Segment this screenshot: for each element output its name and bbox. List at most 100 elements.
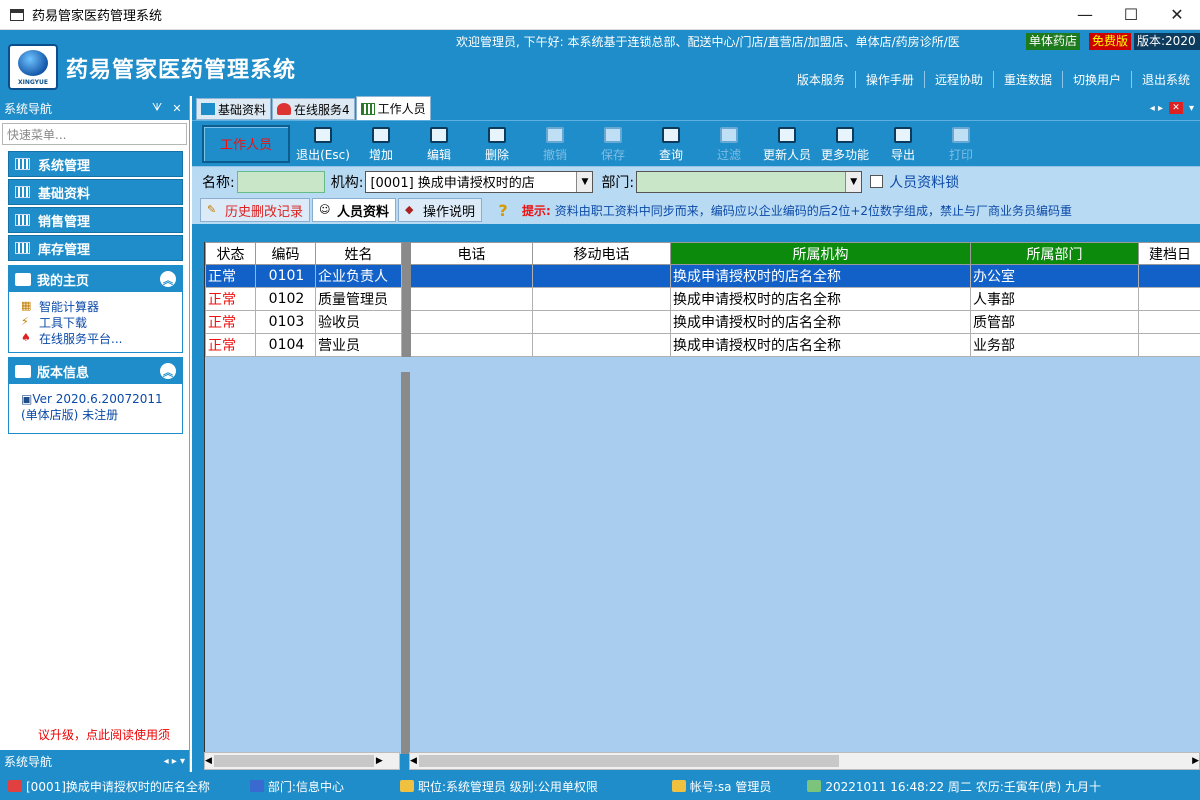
- toolbar-title: 工作人员: [202, 124, 290, 163]
- table-row[interactable]: 正常 0102 质量管理员 换成申请授权时的店名全称 人事部: [205, 287, 1200, 311]
- cell-org: 换成申请授权时的店名全称: [670, 333, 971, 357]
- upgrade-notice[interactable]: 议升级，点此阅读使用须: [38, 726, 170, 743]
- col-dept[interactable]: 所属部门: [970, 242, 1139, 265]
- exit-button[interactable]: 退出(Esc): [294, 123, 352, 165]
- dept-select[interactable]: ▼: [636, 170, 863, 193]
- service-icon: ♠: [21, 331, 31, 344]
- tab-scroll-icon[interactable]: ◂ ▸: [1150, 103, 1163, 114]
- table-row[interactable]: 正常 0104 营业员 换成申请授权时的店名全称 业务部: [205, 333, 1200, 357]
- org-select[interactable]: [0001] 换成申请授权时的店 ▼: [365, 170, 594, 193]
- update-staff-button[interactable]: 更新人员: [758, 123, 816, 165]
- close-window-button[interactable]: ✕: [1154, 0, 1200, 30]
- col-status[interactable]: 状态: [205, 242, 256, 265]
- status-dept: 部门:信息中心: [249, 778, 344, 795]
- cell-phone: [410, 333, 533, 357]
- panel-title: 版本信息: [37, 365, 90, 381]
- version-info-header[interactable]: 版本信息 ︽: [9, 358, 182, 384]
- save-button[interactable]: 保存: [584, 123, 642, 165]
- chevron-down-icon[interactable]: ▼: [576, 171, 593, 192]
- link-version-service[interactable]: 版本服务: [787, 71, 855, 88]
- link-reconnect[interactable]: 重连数据: [992, 71, 1062, 88]
- version-icon: ▣: [21, 392, 33, 406]
- grid-icon: [15, 214, 30, 226]
- tab-history[interactable]: ✎ 历史删改记录: [200, 198, 311, 222]
- cell-dept: 办公室: [970, 264, 1139, 288]
- col-mobile[interactable]: 移动电话: [532, 242, 671, 265]
- col-org[interactable]: 所属机构: [670, 242, 971, 265]
- undo-button[interactable]: 撤销: [526, 123, 584, 165]
- pin-icon[interactable]: ᗐ: [149, 101, 165, 115]
- tab-online-service[interactable]: 在线服务4: [272, 98, 355, 120]
- free-badge: 免费版: [1089, 33, 1132, 50]
- link-calculator[interactable]: ▦ 智能计算器: [21, 298, 170, 314]
- filter-button[interactable]: 过滤: [700, 123, 758, 165]
- scroll-right-icon[interactable]: ▶: [376, 756, 383, 766]
- my-home-header[interactable]: 我的主页 ︽: [9, 266, 182, 292]
- sidebar-item-label: 库存管理: [38, 242, 91, 258]
- scroll-thumb[interactable]: [213, 755, 374, 767]
- col-phone[interactable]: 电话: [410, 242, 533, 265]
- collapse-icon[interactable]: ︽: [160, 271, 176, 287]
- tab-basic-data[interactable]: 基础资料: [196, 98, 272, 120]
- minimize-button[interactable]: —: [1062, 0, 1108, 30]
- link-tool-download[interactable]: ⚡ 工具下载: [21, 314, 170, 330]
- maximize-button[interactable]: ☐: [1108, 0, 1154, 30]
- chevron-down-icon[interactable]: ▼: [845, 171, 862, 192]
- role-icon: [399, 780, 414, 792]
- name-input[interactable]: [236, 170, 325, 193]
- col-name[interactable]: 姓名: [315, 242, 402, 265]
- table-row[interactable]: 正常 0103 验收员 换成申请授权时的店名全称 质管部: [205, 310, 1200, 334]
- table-row[interactable]: 正常 0101 企业负责人 换成申请授权时的店名全称 办公室: [205, 264, 1200, 288]
- sidebar-header: 系统导航 ᗐ ✕: [0, 96, 189, 120]
- link-exit-system[interactable]: 退出系统: [1130, 71, 1200, 88]
- lock-checkbox[interactable]: [870, 175, 884, 188]
- left-hscrollbar[interactable]: ◀ ▶: [204, 752, 400, 770]
- delete-button[interactable]: 删除: [468, 123, 526, 165]
- link-switch-user[interactable]: 切换用户: [1061, 71, 1131, 88]
- cell-split: [401, 287, 411, 311]
- scroll-thumb[interactable]: [418, 755, 839, 767]
- more-functions-button[interactable]: 更多功能: [816, 123, 874, 165]
- user-icon: ☺: [319, 203, 331, 216]
- undo-icon: [546, 126, 564, 143]
- quick-menu-input[interactable]: 快速菜单...: [2, 123, 187, 145]
- cell-code: 0102: [255, 287, 316, 311]
- grid-icon: [15, 158, 30, 170]
- query-button[interactable]: 查询: [642, 123, 700, 165]
- tab-menu-icon[interactable]: ▾: [1189, 103, 1194, 114]
- edit-button[interactable]: 编辑: [410, 123, 468, 165]
- tab-guide[interactable]: ◆ 操作说明: [398, 198, 483, 222]
- close-tab-icon[interactable]: ✕: [1168, 102, 1183, 114]
- link-remote-assist[interactable]: 远程协助: [923, 71, 993, 88]
- help-icon[interactable]: ?: [492, 199, 514, 221]
- sidebar-item-system[interactable]: 系统管理: [8, 151, 183, 177]
- dept-icon: [249, 780, 264, 792]
- col-date[interactable]: 建档日: [1138, 242, 1200, 265]
- grid-splitter[interactable]: [401, 372, 410, 754]
- tab-staff[interactable]: 工作人员: [355, 96, 431, 120]
- sidebar-footer[interactable]: 系统导航 ◂ ▸ ▾: [0, 750, 189, 772]
- link-manual[interactable]: 操作手册: [854, 71, 924, 88]
- add-button[interactable]: 增加: [352, 123, 410, 165]
- status-role: 职位:系统管理员 级别:公用单权限: [399, 778, 598, 795]
- col-code[interactable]: 编码: [255, 242, 316, 265]
- tab-staff-info[interactable]: ☺ 人员资料: [312, 198, 397, 222]
- sidebar-close-icon[interactable]: ✕: [169, 102, 185, 115]
- org-icon: [8, 780, 22, 792]
- status-account: 帐号:sa 管理员: [671, 778, 771, 795]
- sidebar-item-basic-data[interactable]: 基础资料: [8, 179, 183, 205]
- print-button[interactable]: 打印: [932, 123, 990, 165]
- main-hscrollbar[interactable]: ◀ ▶: [409, 752, 1200, 770]
- version-info-panel: 版本信息 ︽ ▣ Ver 2020.6.20072011 (单体店版) 未注册: [8, 357, 183, 434]
- cell-org: 换成申请授权时的店名全称: [670, 264, 971, 288]
- name-label: 名称:: [202, 174, 235, 191]
- scroll-left-icon[interactable]: ◀: [410, 756, 417, 766]
- nav-arrows-icon[interactable]: ◂ ▸ ▾: [164, 756, 185, 767]
- collapse-icon[interactable]: ︽: [160, 363, 176, 379]
- sidebar-item-sales[interactable]: 销售管理: [8, 207, 183, 233]
- scroll-left-icon[interactable]: ◀: [205, 756, 212, 766]
- link-online-service[interactable]: ♠ 在线服务平台...: [21, 330, 170, 346]
- scroll-right-icon[interactable]: ▶: [1192, 756, 1199, 766]
- export-button[interactable]: 导出: [874, 123, 932, 165]
- sidebar-item-inventory[interactable]: 库存管理: [8, 235, 183, 261]
